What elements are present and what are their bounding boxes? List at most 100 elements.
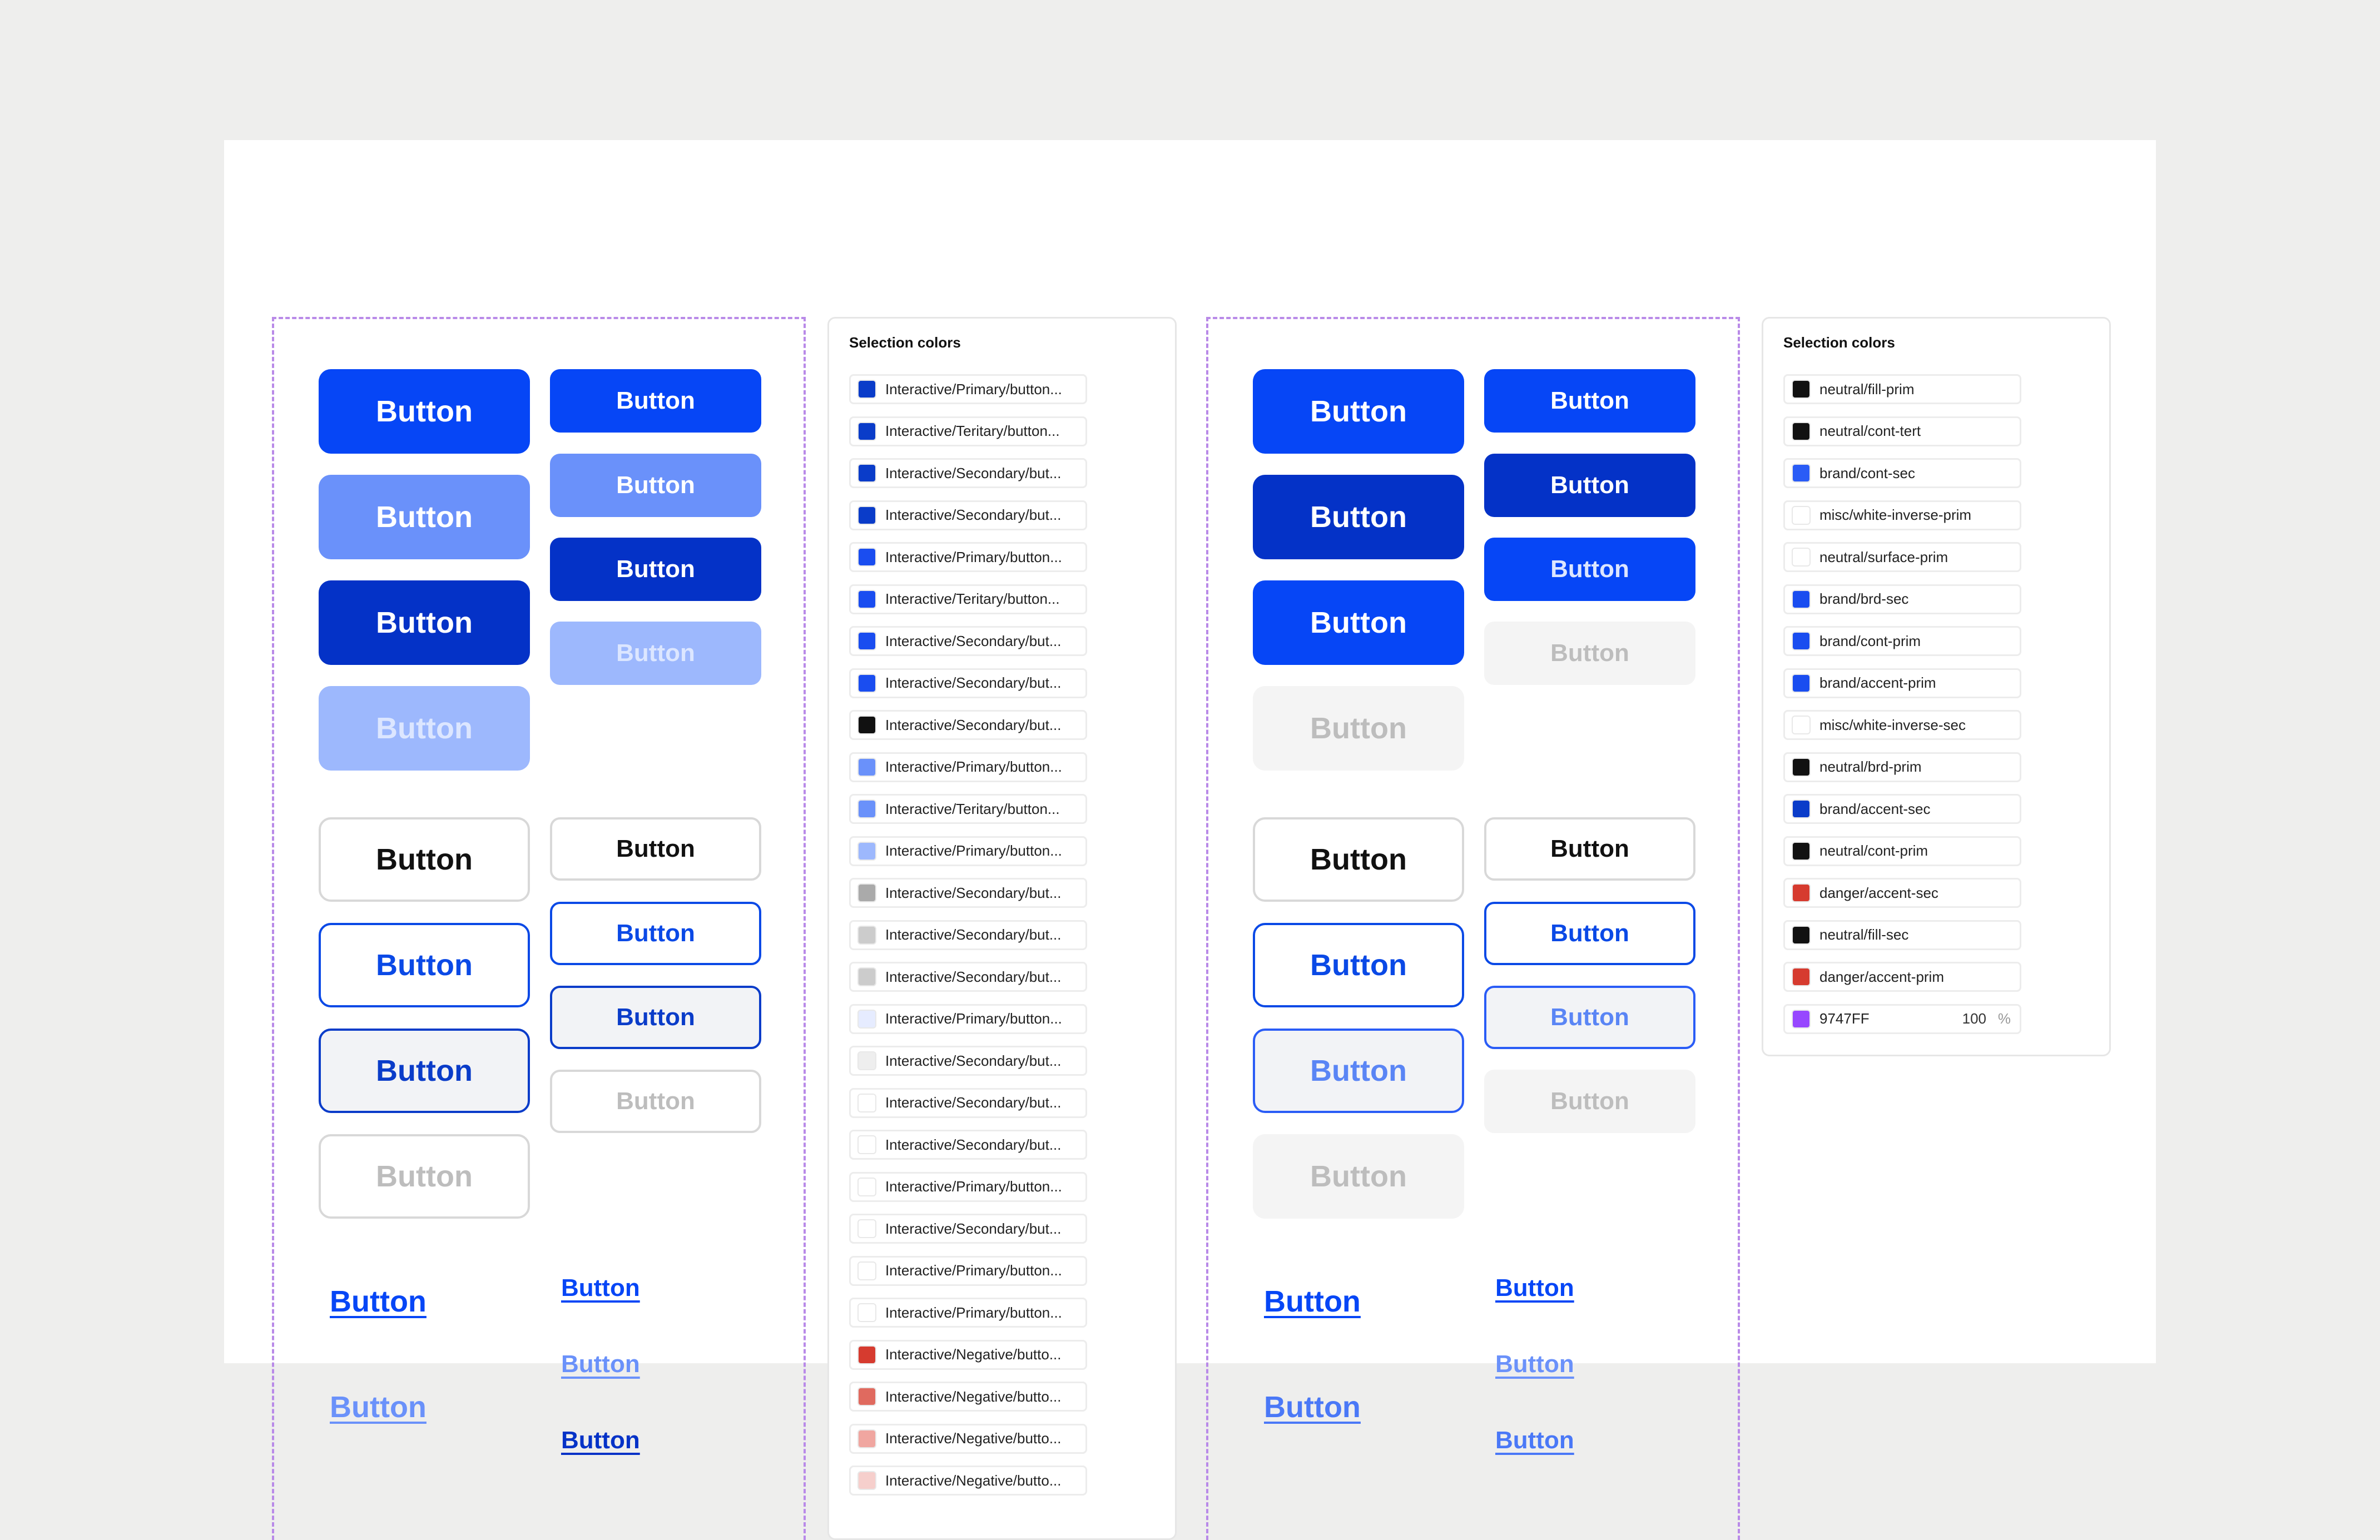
- filled-button-default[interactable]: Button: [319, 369, 530, 454]
- color-swatch-icon[interactable]: [1792, 464, 1811, 483]
- color-style-row[interactable]: Interactive/Teritary/button...: [849, 584, 1087, 614]
- color-style-row[interactable]: Interactive/Secondary/but...: [849, 1046, 1087, 1076]
- color-style-row[interactable]: Interactive/Primary/button...: [849, 1171, 1087, 1202]
- color-style-row[interactable]: Interactive/Primary/button...: [849, 1255, 1087, 1286]
- outline-button-small-pressed[interactable]: Button: [1484, 986, 1695, 1049]
- color-swatch-icon[interactable]: [1792, 883, 1811, 902]
- color-swatch-icon[interactable]: [1792, 925, 1811, 945]
- opacity-value[interactable]: 100: [1962, 1010, 1986, 1027]
- color-style-row[interactable]: neutral/cont-tert: [1783, 416, 2021, 446]
- filled-button-hover[interactable]: Button: [1253, 475, 1464, 559]
- color-swatch-icon[interactable]: [1792, 548, 1811, 567]
- color-style-row[interactable]: Interactive/Primary/button...: [849, 1004, 1087, 1034]
- outline-button-small-default[interactable]: Button: [1484, 817, 1695, 881]
- color-swatch-icon[interactable]: [857, 1009, 876, 1029]
- color-style-row[interactable]: brand/cont-sec: [1783, 458, 2021, 488]
- filled-button-small-pressed[interactable]: Button: [1484, 538, 1695, 601]
- filled-button-hover[interactable]: Button: [319, 475, 530, 559]
- link-button-default[interactable]: Button: [330, 1284, 427, 1319]
- outline-button-small-hover[interactable]: Button: [1484, 902, 1695, 965]
- color-style-row[interactable]: Interactive/Negative/butto...: [849, 1339, 1087, 1370]
- outline-button-small-default[interactable]: Button: [550, 817, 761, 881]
- outline-button-disabled[interactable]: Button: [1253, 1134, 1464, 1219]
- color-style-row[interactable]: brand/accent-sec: [1783, 794, 2021, 824]
- color-style-row[interactable]: brand/cont-prim: [1783, 626, 2021, 656]
- color-style-row[interactable]: neutral/surface-prim: [1783, 542, 2021, 572]
- color-style-row[interactable]: neutral/cont-prim: [1783, 836, 2021, 866]
- outline-button-default[interactable]: Button: [319, 817, 530, 902]
- color-swatch-icon[interactable]: [857, 505, 876, 525]
- outline-button-default[interactable]: Button: [1253, 817, 1464, 902]
- color-swatch-icon[interactable]: [857, 1093, 876, 1112]
- link-button-small-hover[interactable]: Button: [561, 1350, 640, 1378]
- color-style-row[interactable]: Interactive/Secondary/but...: [849, 1087, 1087, 1118]
- link-button-small-pressed[interactable]: Button: [561, 1427, 640, 1454]
- color-swatch-icon[interactable]: [857, 673, 876, 693]
- color-style-row[interactable]: Interactive/Primary/button...: [849, 374, 1087, 404]
- color-swatch-icon[interactable]: [857, 421, 876, 441]
- color-swatch-icon[interactable]: [857, 548, 876, 567]
- color-style-row[interactable]: danger/accent-sec: [1783, 878, 2021, 908]
- filled-button-small-default[interactable]: Button: [550, 369, 761, 433]
- color-style-row[interactable]: Interactive/Primary/button...: [849, 752, 1087, 782]
- color-swatch-icon[interactable]: [857, 1261, 876, 1280]
- color-swatch-icon[interactable]: [1792, 673, 1811, 693]
- outline-button-pressed[interactable]: Button: [319, 1029, 530, 1113]
- color-style-row[interactable]: Interactive/Secondary/but...: [849, 668, 1087, 698]
- color-style-row[interactable]: Interactive/Secondary/but...: [849, 878, 1087, 908]
- color-style-row[interactable]: Interactive/Primary/button...: [849, 542, 1087, 572]
- color-swatch-icon[interactable]: [857, 632, 876, 650]
- link-button-small-default[interactable]: Button: [561, 1274, 640, 1302]
- custom-color-row[interactable]: 9747FF 100%: [1783, 1004, 2021, 1034]
- link-button-hover[interactable]: Button: [330, 1390, 427, 1424]
- outline-button-small-disabled[interactable]: Button: [1484, 1070, 1695, 1133]
- filled-button-small-default[interactable]: Button: [1484, 369, 1695, 433]
- color-style-row[interactable]: brand/brd-sec: [1783, 584, 2021, 614]
- color-swatch-icon[interactable]: [1792, 1009, 1811, 1029]
- color-style-row[interactable]: brand/accent-prim: [1783, 668, 2021, 698]
- button-frame-left[interactable]: Button Button Button Button Button Butto…: [272, 317, 806, 1540]
- color-style-row[interactable]: Interactive/Secondary/but...: [849, 458, 1087, 488]
- filled-button-pressed[interactable]: Button: [319, 580, 530, 665]
- color-style-row[interactable]: Interactive/Teritary/button...: [849, 416, 1087, 446]
- color-swatch-icon[interactable]: [857, 380, 876, 399]
- color-swatch-icon[interactable]: [857, 967, 876, 986]
- filled-button-small-disabled[interactable]: Button: [550, 622, 761, 685]
- color-style-row[interactable]: Interactive/Primary/button...: [849, 836, 1087, 866]
- color-style-row[interactable]: misc/white-inverse-sec: [1783, 710, 2021, 740]
- outline-button-hover[interactable]: Button: [319, 923, 530, 1007]
- color-swatch-icon[interactable]: [857, 1303, 876, 1322]
- link-button-hover[interactable]: Button: [1264, 1390, 1361, 1424]
- color-style-row[interactable]: Interactive/Secondary/but...: [849, 626, 1087, 656]
- color-swatch-icon[interactable]: [1792, 757, 1811, 777]
- filled-button-pressed[interactable]: Button: [1253, 580, 1464, 665]
- color-style-row[interactable]: Interactive/Secondary/but...: [849, 710, 1087, 740]
- color-swatch-icon[interactable]: [1792, 716, 1811, 734]
- filled-button-disabled[interactable]: Button: [1253, 686, 1464, 771]
- color-style-row[interactable]: neutral/fill-prim: [1783, 374, 2021, 404]
- filled-button-disabled[interactable]: Button: [319, 686, 530, 771]
- color-swatch-icon[interactable]: [857, 883, 876, 902]
- button-frame-right[interactable]: Button Button Button Button Button Butto…: [1206, 317, 1740, 1540]
- color-style-row[interactable]: neutral/brd-prim: [1783, 752, 2021, 782]
- color-swatch-icon[interactable]: [857, 1471, 876, 1490]
- color-swatch-icon[interactable]: [1792, 841, 1811, 861]
- color-style-row[interactable]: Interactive/Primary/button...: [849, 1298, 1087, 1328]
- link-button-small-default[interactable]: Button: [1495, 1274, 1574, 1302]
- color-swatch-icon[interactable]: [857, 1177, 876, 1196]
- color-swatch-icon[interactable]: [857, 799, 876, 818]
- filled-button-small-pressed[interactable]: Button: [550, 538, 761, 601]
- color-style-row[interactable]: Interactive/Secondary/but...: [849, 1214, 1087, 1244]
- color-swatch-icon[interactable]: [1792, 421, 1811, 441]
- filled-button-small-hover[interactable]: Button: [1484, 454, 1695, 517]
- color-swatch-icon[interactable]: [1792, 380, 1811, 399]
- link-button-small-pressed[interactable]: Button: [1495, 1427, 1574, 1454]
- color-style-row[interactable]: Interactive/Negative/butto...: [849, 1466, 1087, 1496]
- color-swatch-icon[interactable]: [857, 1429, 876, 1448]
- link-button-default[interactable]: Button: [1264, 1284, 1361, 1319]
- outline-button-hover[interactable]: Button: [1253, 923, 1464, 1007]
- color-style-row[interactable]: Interactive/Negative/butto...: [849, 1423, 1087, 1454]
- color-swatch-icon[interactable]: [857, 1387, 876, 1406]
- color-style-row[interactable]: Interactive/Secondary/but...: [849, 500, 1087, 530]
- outline-button-small-disabled[interactable]: Button: [550, 1070, 761, 1133]
